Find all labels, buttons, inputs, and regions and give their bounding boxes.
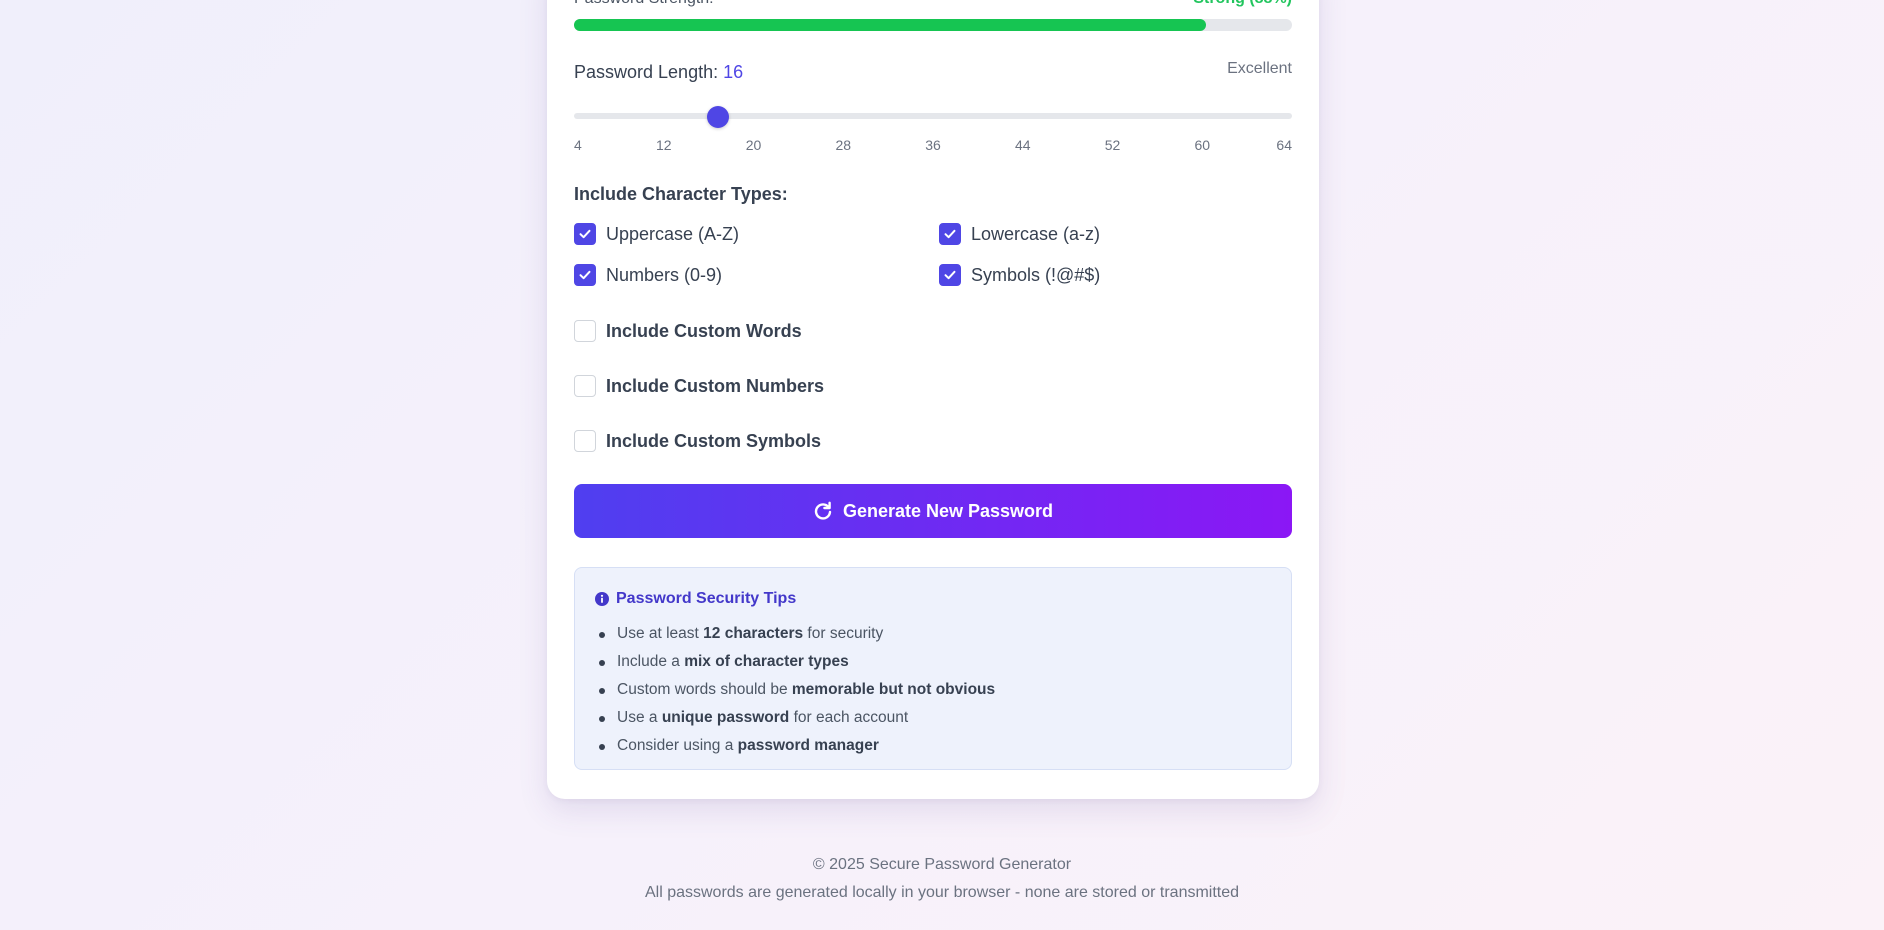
generate-password-label: Generate New Password [842, 500, 1054, 521]
slider-tick-label: 4 [574, 137, 582, 153]
checkbox-custom-symbols-label: Include Custom Symbols [606, 430, 822, 451]
checkbox-custom-symbols-box[interactable] [574, 430, 596, 452]
checkbox-custom-symbols[interactable]: Include Custom Symbols [574, 429, 821, 453]
checkbox-custom-numbers-label: Include Custom Numbers [606, 375, 825, 396]
tip-text: Consider using a [617, 737, 738, 754]
length-label-text: Password Length: [574, 62, 719, 82]
strength-value: Strong (88%) [1193, 0, 1292, 8]
check-icon [579, 270, 591, 280]
checkbox-numbers[interactable]: Numbers (0-9) [574, 263, 722, 287]
checkbox-numbers-box[interactable] [574, 264, 596, 286]
slider-thumb[interactable] [706, 106, 729, 128]
length-label: Password Length: 16 [574, 62, 743, 83]
check-icon [944, 229, 956, 239]
refresh-icon [814, 501, 832, 520]
tip-item: Use a unique password for each account [597, 704, 995, 732]
slider-tick-label: 44 [1014, 137, 1031, 153]
tip-item: Custom words should be memorable but not… [597, 676, 995, 704]
checkbox-custom-words-box[interactable] [574, 320, 596, 342]
length-value: 16 [723, 62, 744, 82]
tip-text: Use at least [617, 625, 704, 642]
tip-item: Use at least 12 characters for security [597, 620, 995, 648]
length-slider[interactable] [574, 106, 1292, 128]
check-icon [944, 270, 956, 280]
strength-bar-fill [574, 19, 1206, 31]
tip-emphasis: mix of character types [684, 653, 849, 670]
slider-tick-label: 64 [1276, 137, 1292, 153]
slider-ticks: 4 12 20 28 36 44 52 60 64 [574, 137, 1292, 155]
generator-card: Password Strength: Strong (88%) Password… [547, 0, 1319, 799]
strength-row: Password Strength: Strong (88%) [574, 0, 1292, 8]
tip-emphasis: memorable but not obvious [791, 681, 996, 698]
tip-emphasis: 12 characters [703, 625, 804, 642]
check-icon [579, 229, 591, 239]
checkbox-custom-words[interactable]: Include Custom Words [574, 319, 802, 343]
slider-track[interactable] [574, 113, 1292, 119]
checkbox-custom-numbers-box[interactable] [574, 375, 596, 397]
footer-copyright: © 2025 Secure Password Generator [812, 856, 1072, 873]
slider-tick-label: 60 [1194, 137, 1211, 153]
checkbox-uppercase[interactable]: Uppercase (A-Z) [574, 222, 739, 246]
checkbox-symbols[interactable]: Symbols (!@#$) [939, 263, 1100, 287]
tip-text: Custom words should be [617, 681, 792, 698]
slider-tick-label: 52 [1104, 137, 1121, 153]
tip-item: Include a mix of character types [597, 648, 995, 676]
character-types-title: Include Character Types: [574, 184, 788, 204]
strength-bar [574, 19, 1292, 31]
checkbox-lowercase-label: Lowercase (a-z) [971, 223, 1101, 244]
tip-emphasis: password manager [737, 737, 879, 754]
checkbox-lowercase-box[interactable] [939, 223, 961, 245]
checkbox-symbols-box[interactable] [939, 264, 961, 286]
footer-note: All passwords are generated locally in y… [644, 884, 1240, 901]
length-row: Password Length: 16 Excellent [574, 60, 1292, 84]
strength-label: Password Strength: [574, 0, 714, 8]
length-quality: Excellent [1227, 60, 1292, 77]
tip-emphasis: unique password [661, 709, 790, 726]
slider-tick-label: 12 [655, 137, 672, 153]
checkbox-lowercase[interactable]: Lowercase (a-z) [939, 222, 1100, 246]
tips-title: Password Security Tips [595, 590, 796, 608]
slider-tick-label: 28 [835, 137, 852, 153]
slider-tick-label: 20 [745, 137, 762, 153]
info-icon [595, 592, 609, 606]
security-tips-panel: Password Security Tips Use at least 12 c… [574, 567, 1292, 770]
generate-password-button[interactable]: Generate New Password [574, 484, 1292, 538]
checkbox-custom-numbers[interactable]: Include Custom Numbers [574, 374, 824, 398]
slider-tick-label: 36 [925, 137, 941, 153]
tip-text: for security [803, 625, 884, 642]
checkbox-custom-words-label: Include Custom Words [606, 320, 802, 341]
tip-text: Use a [617, 709, 662, 726]
tip-text: for each account [789, 709, 909, 726]
tip-item: Consider using a password manager [597, 732, 995, 760]
checkbox-uppercase-box[interactable] [574, 223, 596, 245]
tips-list: Use at least 12 characters for security … [597, 620, 995, 760]
checkbox-symbols-label: Symbols (!@#$) [971, 264, 1101, 285]
tip-text: Include a [617, 653, 685, 670]
tips-title-text: Password Security Tips [616, 590, 797, 607]
checkbox-numbers-label: Numbers (0-9) [606, 264, 723, 285]
checkbox-uppercase-label: Uppercase (A-Z) [606, 223, 740, 244]
